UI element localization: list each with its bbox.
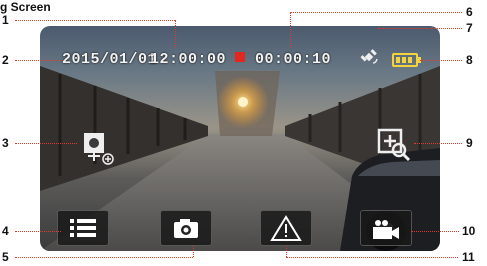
zoom-icon[interactable] bbox=[375, 126, 411, 162]
leader-line-1-vertical bbox=[175, 20, 176, 48]
video-camera-icon bbox=[373, 220, 399, 239]
leader-line-2 bbox=[15, 60, 61, 61]
callout-6: 6 bbox=[466, 5, 473, 19]
leader-line-6-vertical bbox=[290, 12, 291, 48]
page-heading: g Screen bbox=[0, 0, 51, 14]
leader-line-9 bbox=[414, 143, 462, 144]
leader-line-11-vertical bbox=[286, 246, 287, 257]
gps-satellite-icon bbox=[360, 49, 378, 64]
callout-3: 3 bbox=[2, 136, 9, 150]
leader-line-5-vertical bbox=[193, 246, 194, 257]
recording-timer: 00:00:10 bbox=[255, 51, 332, 68]
battery-icon bbox=[392, 53, 421, 67]
camera-icon bbox=[174, 219, 198, 238]
leader-line-7 bbox=[378, 28, 462, 29]
recording-indicator bbox=[235, 52, 245, 62]
callout-2: 2 bbox=[2, 53, 9, 67]
leader-line-6 bbox=[290, 12, 462, 13]
list-menu-icon bbox=[70, 219, 96, 237]
callout-5: 5 bbox=[2, 250, 9, 264]
callout-1: 1 bbox=[2, 13, 9, 27]
record-button[interactable] bbox=[360, 210, 412, 246]
callout-11: 11 bbox=[462, 250, 475, 264]
date-display: 2015/01/01 bbox=[62, 51, 158, 68]
callout-4: 4 bbox=[2, 224, 9, 238]
callout-9: 9 bbox=[466, 136, 473, 150]
dashcam-screen: 2015/01/01 12:00:00 00:00:10 bbox=[40, 26, 440, 251]
callout-7: 7 bbox=[466, 21, 473, 35]
warning-icon bbox=[270, 215, 302, 241]
menu-button[interactable] bbox=[57, 210, 109, 246]
callout-10: 10 bbox=[462, 224, 476, 238]
callout-8: 8 bbox=[466, 53, 473, 67]
leader-line-10 bbox=[411, 231, 459, 232]
leader-line-5 bbox=[15, 257, 193, 258]
snapshot-button[interactable] bbox=[160, 210, 212, 246]
leader-line-1 bbox=[15, 20, 175, 21]
camera-settings-icon[interactable] bbox=[80, 129, 116, 165]
leader-line-8 bbox=[420, 60, 462, 61]
leader-line-3 bbox=[15, 143, 77, 144]
time-display: 12:00:00 bbox=[150, 51, 227, 68]
leader-line-4 bbox=[15, 231, 61, 232]
emergency-button[interactable] bbox=[260, 210, 312, 246]
leader-line-11 bbox=[286, 257, 458, 258]
